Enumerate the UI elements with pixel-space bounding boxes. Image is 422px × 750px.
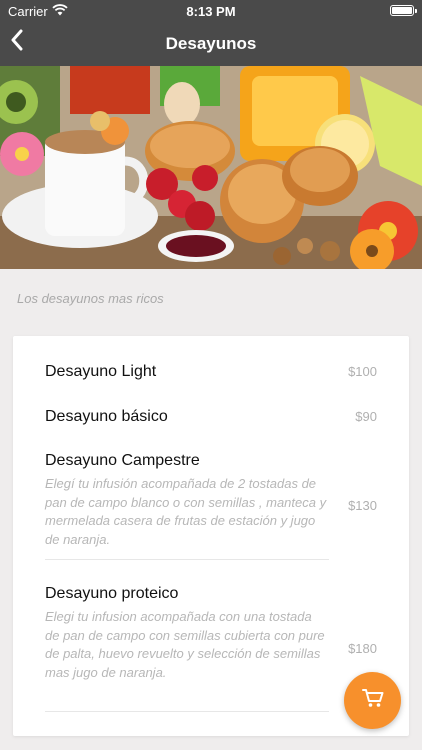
item-description: Elegi tu infusion acompañada con una tos…: [45, 609, 325, 680]
menu-item-light[interactable]: Desayuno Light: [45, 362, 329, 382]
item-name: Desayuno básico: [45, 408, 168, 425]
menu-card: Desayuno Light $100 Desayuno básico $90 …: [13, 336, 409, 736]
status-time: 8:13 PM: [186, 4, 236, 19]
breakfast-photo: [0, 66, 422, 269]
item-price: $130: [348, 498, 377, 513]
navigation-bar: Carrier 8:13 PM Desayunos: [0, 0, 422, 66]
divider: [45, 559, 329, 560]
battery-icon: [390, 5, 417, 16]
section-subtitle: Los desayunos mas ricos: [17, 291, 164, 306]
item-description: Elegí tu infusión acompañada de 2 tostad…: [45, 476, 327, 547]
menu-item-proteico[interactable]: Desayuno proteico Elegi tu infusion acom…: [45, 584, 329, 682]
status-bar: Carrier 8:13 PM: [0, 0, 422, 22]
item-name: Desayuno proteico: [45, 585, 179, 602]
cart-button[interactable]: [344, 672, 401, 729]
shopping-cart-icon: [361, 688, 384, 713]
item-price: $90: [355, 409, 377, 424]
item-name: Desayuno Campestre: [45, 452, 200, 469]
item-price: $180: [348, 641, 377, 656]
item-name: Desayuno Light: [45, 363, 157, 380]
item-price: $100: [348, 364, 377, 379]
page-title: Desayunos: [165, 34, 257, 53]
screen: Carrier 8:13 PM Desayunos Los desayunos …: [0, 0, 422, 750]
menu-item-campestre[interactable]: Desayuno Campestre Elegí tu infusión aco…: [45, 451, 329, 549]
divider: [45, 711, 329, 712]
menu-item-basico[interactable]: Desayuno básico: [45, 407, 329, 427]
